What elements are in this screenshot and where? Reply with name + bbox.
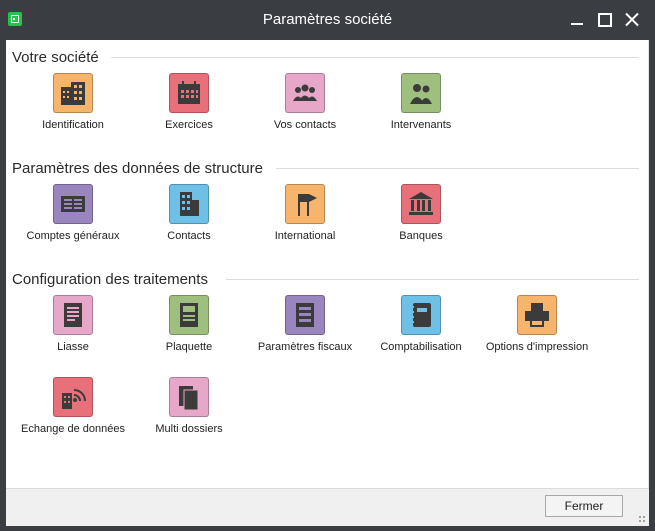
tile-label: Liasse [57,341,89,353]
bank-icon [401,184,441,224]
window-title: Paramètres société [262,11,393,28]
tile-label: Comptes généraux [26,230,120,242]
multi-files-icon [169,377,209,417]
section-divider [276,168,639,169]
tile-exercices[interactable]: Exercices [134,73,244,132]
accounting-book-icon [401,295,441,335]
section-title-structure: Paramètres des données de structure [12,160,263,177]
tile-label: Comptabilisation [380,341,462,353]
panel-edge [648,40,649,488]
tile-label: Banques [399,230,443,242]
ledger-icon [53,184,93,224]
tax-form-icon [285,295,325,335]
calendar-icon [169,73,209,113]
content-panel: Votre société Identification Exercices V… [6,40,649,488]
tile-label: Options d'impression [485,341,589,353]
tile-banques[interactable]: Banques [366,184,476,243]
tile-label: Exercices [165,119,213,131]
title-bar: Paramètres société [0,0,655,40]
people-icon [285,73,325,113]
tile-international[interactable]: International [250,184,360,243]
section-title-votre-societe: Votre société [12,49,99,66]
printer-icon [517,295,557,335]
maximize-button[interactable] [593,10,615,30]
tile-contacts[interactable]: Contacts [134,184,244,243]
tile-multi-dossiers[interactable]: Multi dossiers [134,377,244,436]
tile-label: Contacts [167,230,211,242]
tile-options-impression[interactable]: Options d'impression [482,295,592,354]
tile-label: Multi dossiers [155,423,223,435]
section-divider [111,57,639,58]
tile-comptabilisation[interactable]: Comptabilisation [366,295,476,354]
flags-icon [285,184,325,224]
section-divider [226,279,639,280]
tile-label: Intervenants [390,119,452,131]
tile-label: Paramètres fiscaux [257,341,353,353]
tile-vos-contacts[interactable]: Vos contacts [250,73,360,132]
settings-window: Paramètres société Votre société Identif… [0,0,655,531]
resize-grip[interactable] [638,515,646,523]
fermer-button[interactable]: Fermer [545,495,623,517]
section-title-traitements: Configuration des traitements [12,271,208,288]
document-stack-icon [53,295,93,335]
close-window-button[interactable] [621,10,643,30]
tile-comptes-generaux[interactable]: Comptes généraux [18,184,128,243]
office-building-icon [169,184,209,224]
dialog-footer: Fermer [6,488,649,526]
tile-plaquette[interactable]: Plaquette [134,295,244,354]
tile-echange-donnees[interactable]: Echange de données [18,377,128,436]
tile-label: Identification [42,119,104,131]
tile-label: International [274,230,336,242]
tile-identification[interactable]: Identification [18,73,128,132]
tile-liasse[interactable]: Liasse [18,295,128,354]
tile-intervenants[interactable]: Intervenants [366,73,476,132]
tile-parametres-fiscaux[interactable]: Paramètres fiscaux [250,295,360,354]
tile-label: Plaquette [165,341,213,353]
minimize-button[interactable] [566,10,588,30]
person-group-icon [401,73,441,113]
tile-label: Vos contacts [273,119,337,131]
booklet-icon [169,295,209,335]
data-exchange-icon [53,377,93,417]
tile-label: Echange de données [21,423,125,435]
building-icon [53,73,93,113]
